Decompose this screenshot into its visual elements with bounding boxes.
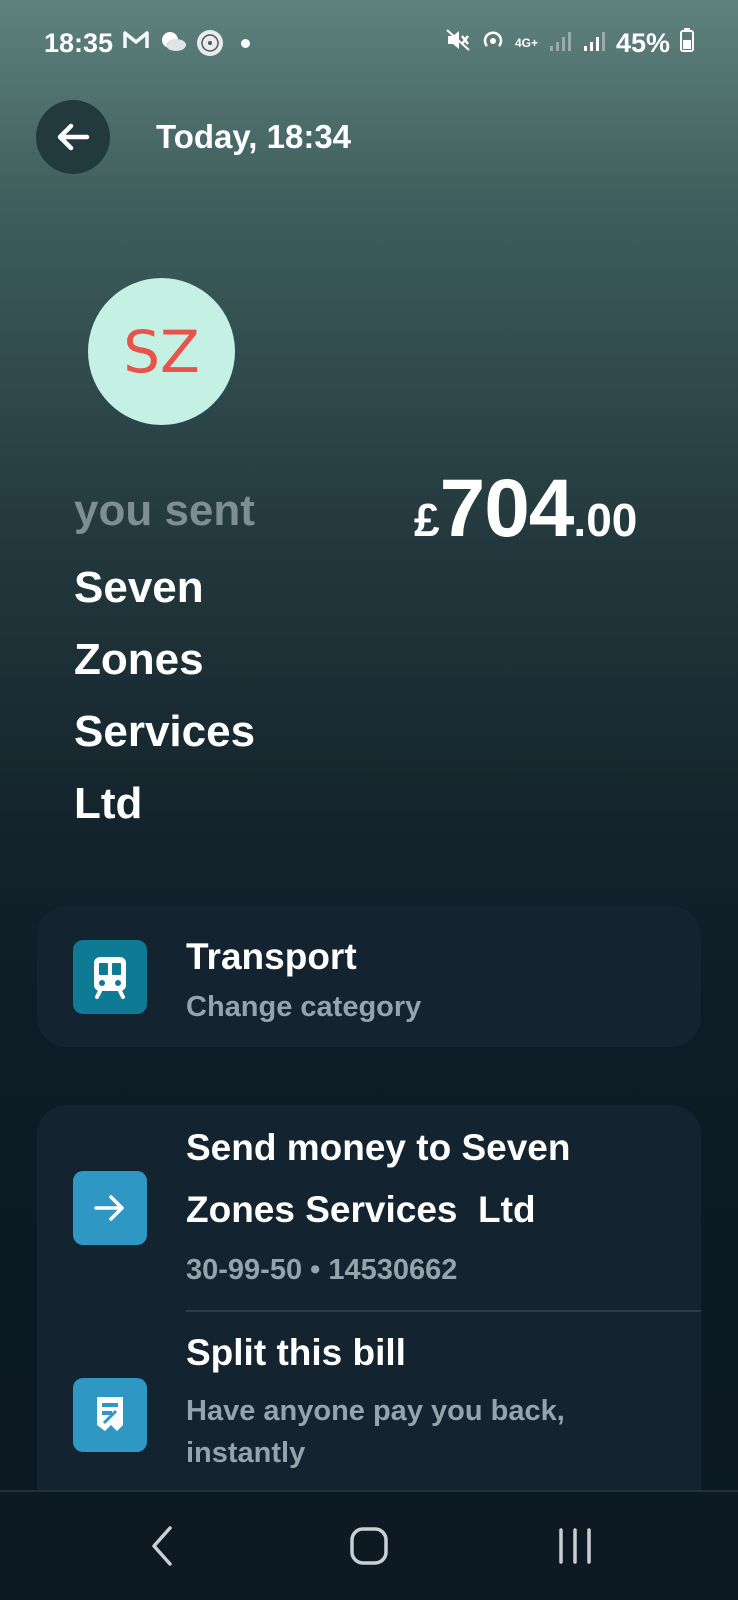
send-money-title: Send money to Seven Zones Services Ltd [186,1117,571,1241]
category-card[interactable]: Transport Change category [37,906,701,1047]
status-bar: 18:35 4G+ 45% [0,0,738,86]
avatar: SZ [88,278,235,425]
status-right: 4G+ 45% [445,27,694,59]
account-details: 30-99-50 • 14530662 [186,1254,458,1286]
recipient-line: Seven [74,563,204,612]
amount-currency: £ [414,494,440,546]
category-name: Transport [186,936,357,977]
status-time: 18:35 [44,27,114,58]
actions-card: Send money to Seven Zones Services Ltd 3… [37,1105,701,1505]
status-left: 18:35 [44,27,251,59]
page-title: Today, 18:34 [156,118,352,155]
battery-text: 45% [615,27,670,58]
home-nav-icon[interactable] [329,1506,409,1586]
word-game-icon [197,30,224,56]
arrow-right-icon [73,1171,147,1245]
back-nav-icon[interactable] [123,1506,203,1586]
recipient-line: Zones [74,635,204,684]
signal-icon [548,28,572,59]
receipt-icon [73,1378,147,1452]
gmail-icon [123,30,149,56]
direction-label: you sent [74,486,255,535]
amount-decimal: .00 [573,494,638,546]
battery-icon [680,27,694,59]
split-bill-subtitle-line: Have anyone pay you back, [186,1395,565,1427]
change-category-link[interactable]: Change category [186,986,421,1028]
send-money-title-line: Zones Services Ltd [186,1189,536,1230]
send-money-title-line: Send money to Seven [186,1127,571,1168]
split-bill-subtitle: Have anyone pay you back, instantly [186,1390,565,1474]
arrow-left-icon [57,123,90,151]
amount: £ 704 .00 [414,462,637,556]
navigation-bar [0,1490,738,1600]
split-bill-subtitle-line: instantly [186,1437,306,1469]
bus-icon [73,940,147,1014]
weather-icon [159,28,187,59]
send-money-row[interactable]: Send money to Seven Zones Services Ltd 3… [37,1105,701,1312]
recipient-line: Ltd [74,779,143,828]
amount-whole: 704 [439,463,575,554]
header: Today, 18:34 [36,100,351,174]
signal-icon [582,28,606,59]
recipient-name: Seven Zones Services Ltd [74,552,354,840]
notification-dot [241,38,251,48]
network-4g-icon: 4G+ [514,36,538,50]
split-bill-row[interactable]: Split this bill Have anyone pay you back… [37,1312,701,1512]
back-button[interactable] [36,100,110,174]
recents-nav-icon[interactable] [535,1506,615,1586]
recipient-line: Services [74,707,256,756]
mute-icon [445,28,471,59]
hotspot-icon [481,28,505,59]
split-bill-title: Split this bill [186,1332,406,1373]
